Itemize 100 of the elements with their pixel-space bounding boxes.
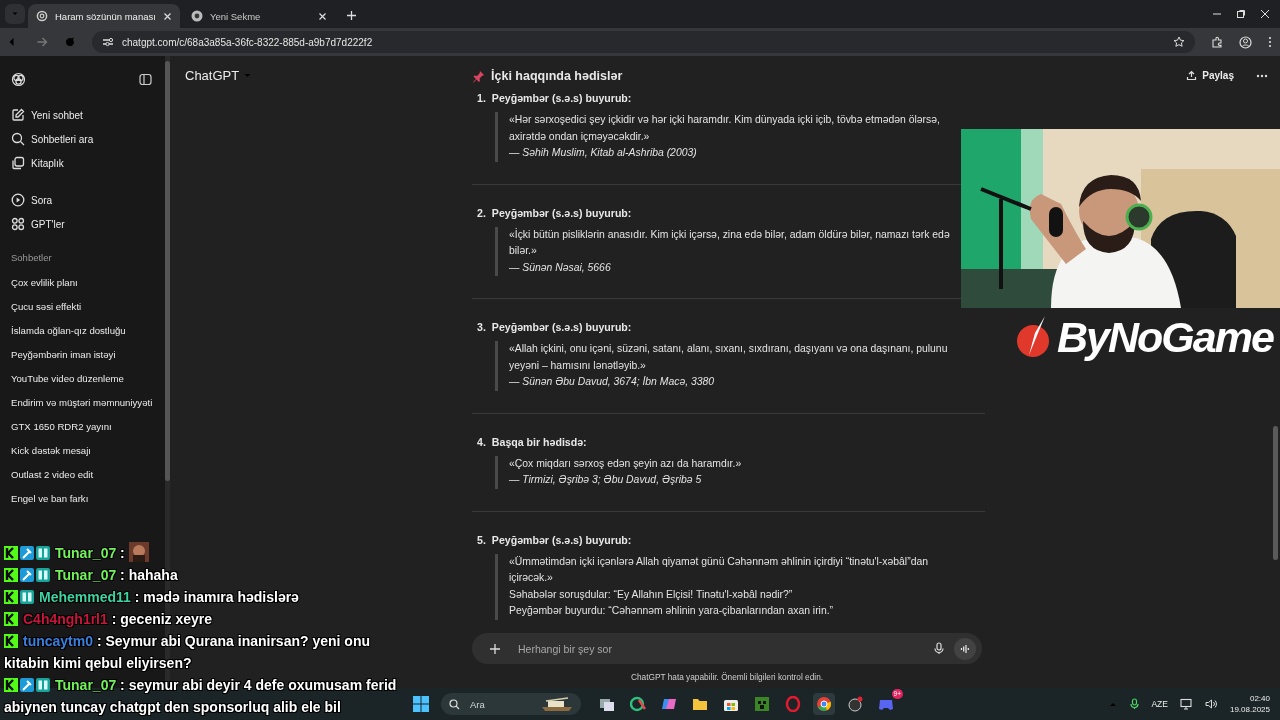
search-bar[interactable]: Ara (441, 693, 581, 715)
hammer-badge-icon (20, 568, 34, 582)
quote-text: «Ümmətimdən içki içənlərə Allah qiyamət günü Cəhənnəm əhlinin içirdiyi “tinətu'l-xəbâl”dan içirəcək.» (509, 554, 929, 585)
chevron-down-icon (243, 71, 253, 80)
close-icon (318, 11, 327, 21)
search-icon (449, 698, 460, 710)
quote-text: «Çox miqdarı sərxoş edən şeyin azı da haramdır.» (509, 456, 743, 471)
search-field[interactable]: Ara (468, 697, 532, 711)
model-selector[interactable]: ChatGPT (185, 68, 253, 83)
list-number: 1. (477, 92, 486, 104)
chat-logo-icon (11, 71, 26, 87)
quote-source: — Sünən Nəsai, 5666 (509, 260, 612, 275)
share-button[interactable]: Paylaş (1182, 66, 1238, 85)
item-heading: Peyğəmbər (s.ə.s) buyurub: (491, 533, 632, 546)
clock-time: 02:40 (1249, 693, 1270, 704)
chat-history-item[interactable]: Endirim və müştəri məmnuniyyəti (0, 390, 164, 414)
hammer-badge-icon (20, 678, 34, 692)
chat-history-item[interactable]: Peyğəmbərin iman istəyi (0, 342, 127, 366)
monitor-icon (1179, 698, 1193, 710)
item-heading: Peyğəmbər (s.ə.s) buyurub: (491, 206, 632, 219)
hammer-badge-icon (20, 546, 34, 560)
sidebar-item[interactable]: Yeni sohbet (0, 103, 165, 127)
grid-icon (11, 217, 25, 231)
sidebar-item[interactable]: Sohbetleri ara (0, 127, 165, 151)
sidebar-toggle-icon (139, 72, 152, 86)
taskbar-app[interactable] (813, 693, 835, 715)
browser-tab[interactable]: Haram sözünün manası (28, 4, 180, 28)
start-button[interactable] (410, 693, 432, 715)
voice-button[interactable] (954, 637, 976, 660)
chevron-badge-icon (4, 590, 18, 604)
list-number: 3. (477, 321, 486, 333)
sidebar-item[interactable]: GPT'ler (0, 212, 165, 236)
browser-logo-icon (191, 10, 203, 22)
chat-history-item[interactable]: Outlast 2 video edit (0, 462, 105, 486)
browser-logo-icon (816, 696, 832, 712)
quote-text: Səhabələr soruşdular: “Ey Allahın Elçisi! Tinətu'l-xəbâl nədir?” (509, 587, 794, 602)
pencil-icon (11, 108, 25, 122)
quote-text: Peyğəmbər buyurdu: “Cəhənnəm əhlinin yara-çibanlarından axan irin.” (509, 604, 835, 618)
folder-icon (692, 696, 708, 712)
forward-icon (36, 36, 48, 48)
chat-history-item[interactable]: Çucu səsi effekti (0, 294, 93, 318)
images-icon (11, 156, 25, 170)
chat-history-item[interactable]: Engel ve ban farkı (0, 486, 100, 510)
ship-icon (540, 696, 574, 712)
message-field[interactable]: Herhangi bir şey sor (516, 641, 924, 656)
windows-stack-icon (599, 696, 615, 712)
chat-message: C4h4ngh1rl1 : geceniz xeyre (4, 608, 404, 630)
scrollbar[interactable] (1273, 426, 1278, 560)
chat-history-item[interactable]: Kick dəstək mesajı (0, 438, 102, 462)
menu-icon (1268, 36, 1272, 48)
quote-source: — Sünən Əbu Davud, 3674; İbn Macə, 3380 (509, 375, 716, 389)
bars-badge-icon (36, 568, 50, 582)
chat-history-item[interactable]: GTX 1650 RDR2 yayını (0, 414, 123, 438)
disclaimer-text: ChatGPT hata yapabilir. Önemli bilgileri kontrol edin. (629, 672, 825, 682)
scrollbar[interactable] (165, 61, 170, 481)
chevron-badge-icon (4, 612, 18, 626)
star-icon (1173, 36, 1185, 48)
speaker-icon (1204, 698, 1218, 710)
chat-history-item[interactable]: İslamda oğlan-qız dostluğu (0, 318, 137, 342)
chat-history-item[interactable]: YouTube video düzenleme (0, 366, 135, 390)
close-icon (163, 11, 172, 21)
chat-message: Tunar_07 : hahaha (4, 564, 404, 586)
section-heading: İçki haqqında hədislər (491, 69, 623, 83)
chat-message: Tunar_07 : (4, 542, 404, 564)
chevron-badge-icon (4, 634, 18, 648)
clock-date: 19.08.2025 (1229, 704, 1270, 715)
bars-badge-icon (36, 546, 50, 560)
list-number: 4. (477, 435, 486, 448)
item-heading: Peyğəmbər (s.ə.s) buyurub: (491, 321, 632, 333)
address-bar[interactable]: chatgpt.com/c/68a3a85a-36fc-8322-885d-a9b7d7d222f2 (92, 31, 1195, 53)
composer-bar[interactable]: Herhangi bir şey sor (472, 633, 982, 664)
language-indicator[interactable]: AZE (1151, 699, 1168, 709)
site-settings-icon (102, 36, 114, 48)
item-heading: Peyğəmbər (s.ə.s) buyurub: (491, 92, 632, 104)
search-icon (11, 132, 25, 146)
pin-icon (472, 69, 485, 83)
close-icon (1260, 9, 1270, 19)
chat-message: Tunar_07 : seymur abi deyir 4 defe oxumusam ferid abiynen tuncay chatgpt den sponsorluq alib ele bil (4, 676, 398, 717)
browser-tab[interactable]: Yeni Sekme (183, 4, 335, 28)
chat-message: tuncaytm0 : Seymur abi Qurana inanirsan? yeni onu kitabin kimi qebul eliyirsen? (4, 632, 371, 673)
microphone-icon (934, 642, 944, 655)
record-app-icon (847, 696, 863, 712)
bars-badge-icon (20, 590, 34, 604)
play-icon (11, 193, 25, 207)
chat-history-item[interactable]: Çox evlilik planı (0, 270, 89, 294)
chevron-badge-icon (4, 568, 18, 582)
sidebar-item[interactable]: Kitaplık (0, 151, 165, 175)
ring-icon (785, 696, 801, 712)
quote-text: «Allah içkini, onu içəni, süzəni, satanı, alanı, sıxanı, sıxdıranı, daşıyanı və ona daşınanı, pulunu yeyəni – hamısını lənətləyib.» (509, 342, 949, 373)
more-icon (1256, 73, 1268, 78)
quote-text: «Hər sərxoşedici şey içkidir və hər içki haramdır. Kim dünyada içki içib, tövbə etmədən ölərsə, axirətdə ondan içməyəcəkdir.» (509, 113, 941, 144)
brand-name: ByNoGame (1057, 312, 1273, 362)
profile-icon (1239, 35, 1252, 49)
section-title: Sohbetler (10, 251, 53, 265)
sidebar-item[interactable]: Sora (0, 188, 165, 212)
quote-source: — Tirmizi, Əşribə 3; Əbu Davud, Əşribə 5 (509, 473, 703, 487)
bars-badge-icon (36, 678, 50, 692)
plus-icon (346, 10, 357, 21)
quote-text: «İçki bütün pisliklərin anasıdır. Kim içki içərsə, zina edə bilər, adam öldürə bilər, namazı tərk edə bilər.» (509, 227, 951, 258)
chat-logo-icon (36, 10, 48, 22)
